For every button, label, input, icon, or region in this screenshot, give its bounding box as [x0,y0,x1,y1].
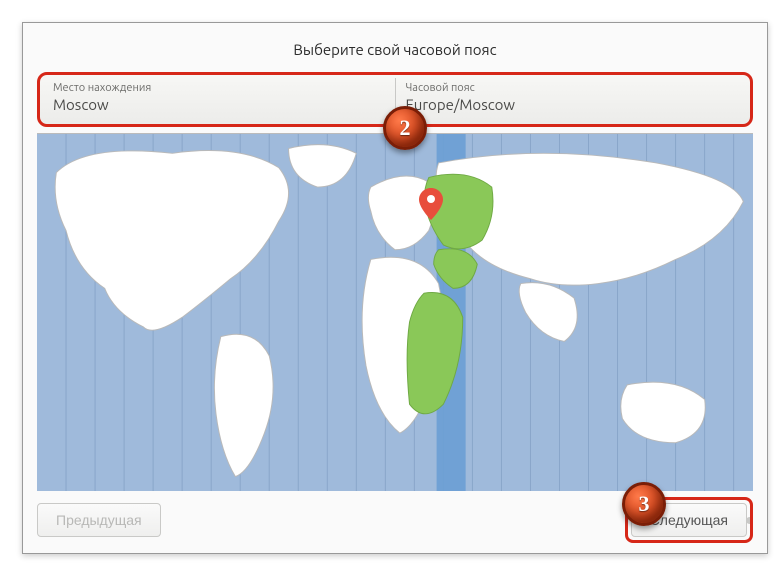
page-title: Выберите свой часовой пояс [23,23,767,72]
annotation-marker-2: 2 [383,106,427,150]
timezone-value: Europe/Moscow [406,96,738,113]
world-map-svg [37,134,753,491]
location-field[interactable]: Место нахождения Moscow [43,78,395,121]
map-pin-icon [419,188,443,220]
timezone-map[interactable] [37,133,753,491]
location-value: Moscow [53,96,385,113]
timezone-label: Часовой пояс [406,82,738,94]
installer-window: Выберите свой часовой пояс Место нахожде… [22,22,768,554]
location-label: Место нахождения [53,82,385,94]
annotation-marker-3: 3 [622,482,666,526]
previous-button[interactable]: Предыдущая [37,503,161,537]
timezone-field[interactable]: Часовой пояс Europe/Moscow [395,78,748,121]
